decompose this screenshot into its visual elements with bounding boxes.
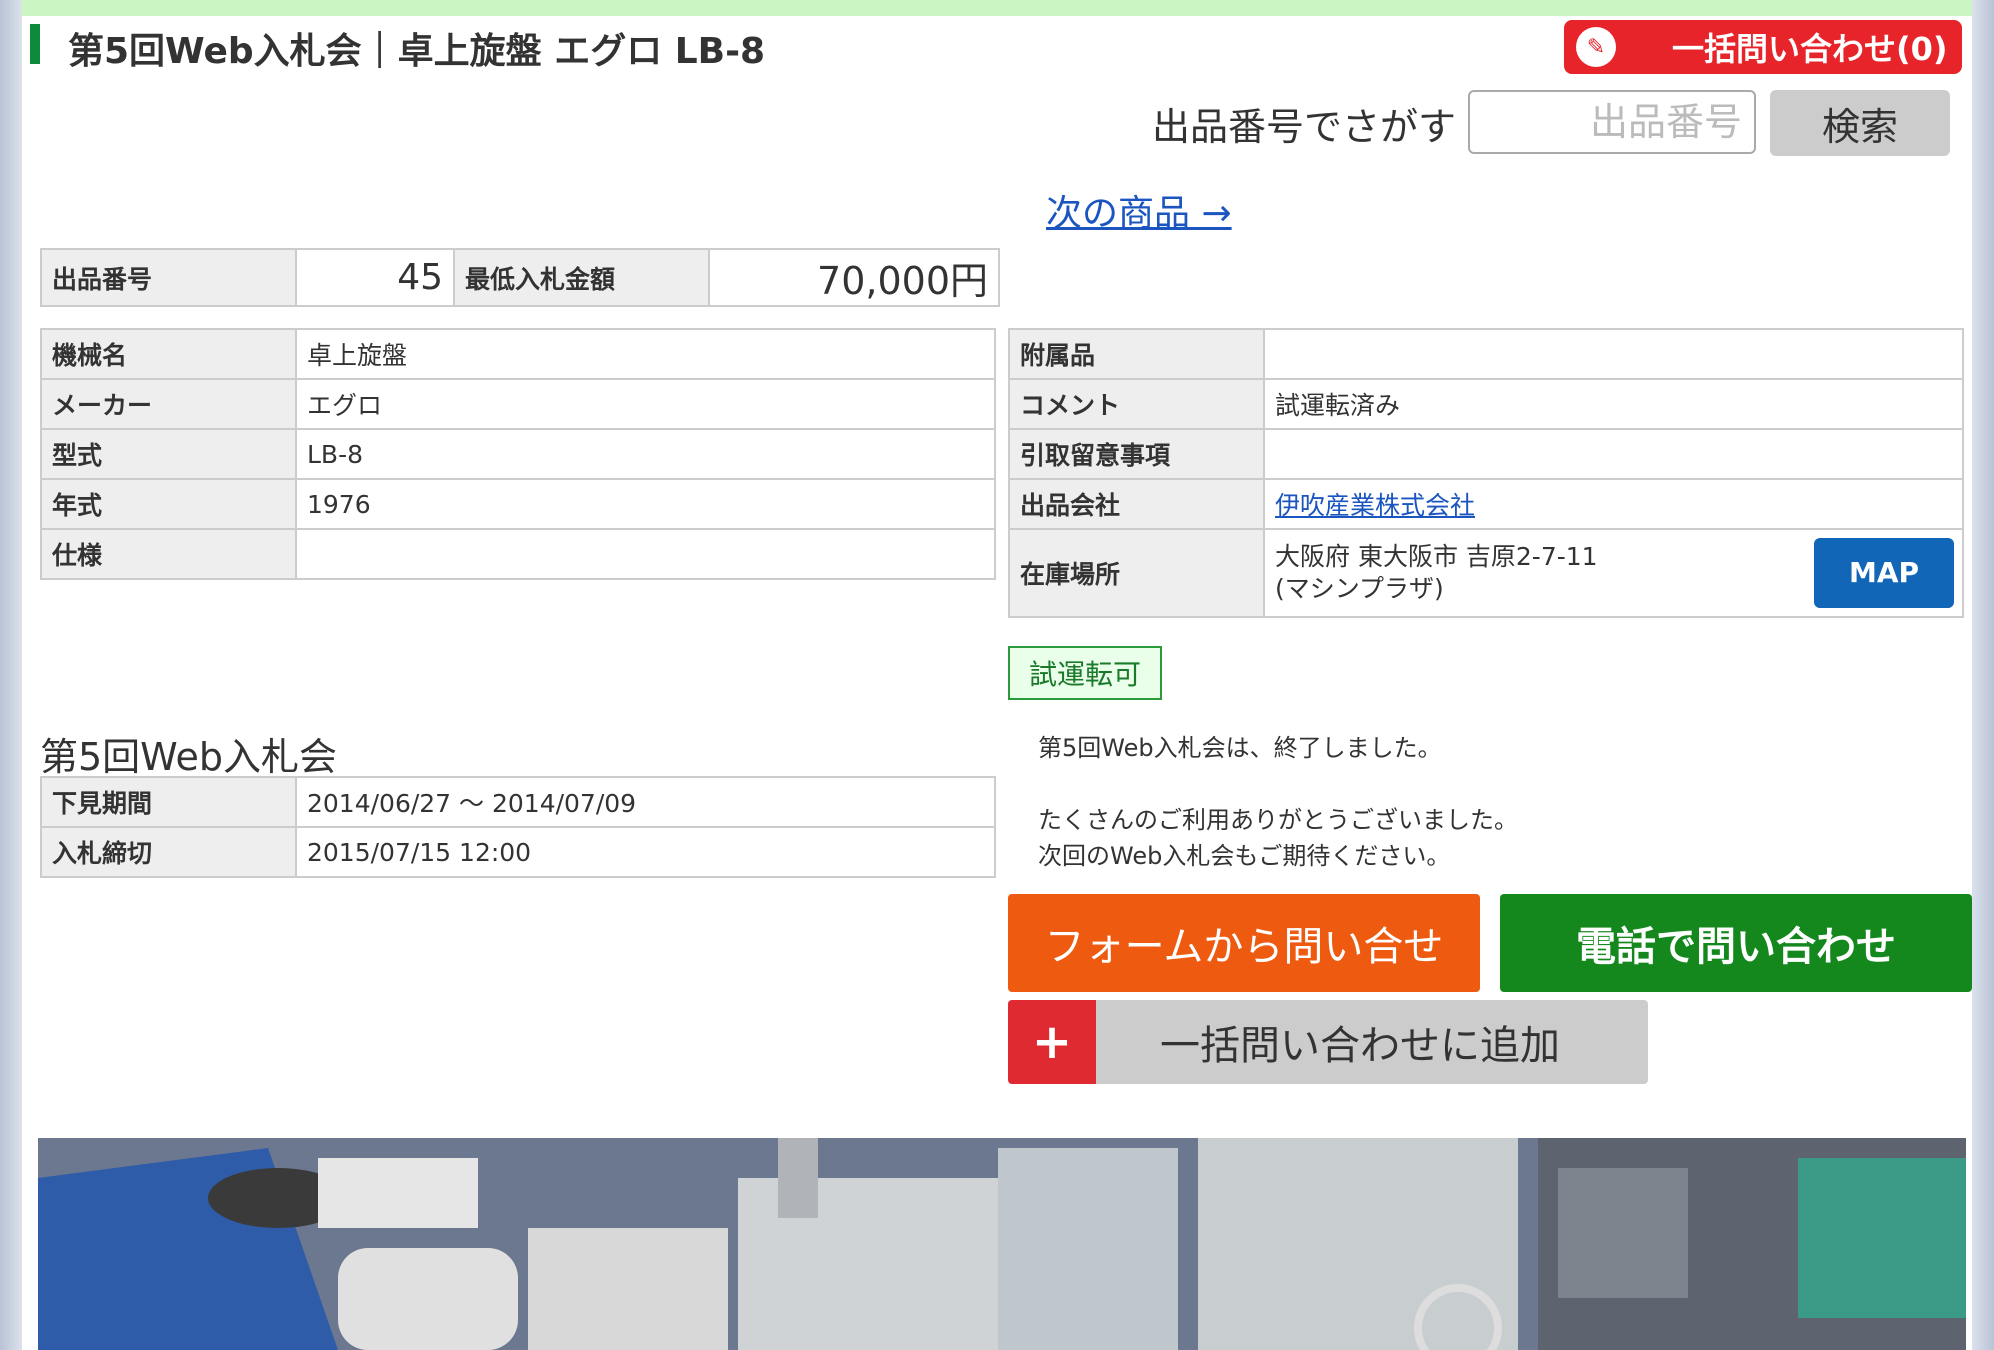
add-bulk-label: 一括問い合わせに追加 [1160,1023,1560,1069]
spec-value: 試運転済み [1263,378,1964,430]
spec-value [1263,328,1964,380]
table-row: 下見期間 2014/06/27 〜 2014/07/09 [40,776,996,828]
spec-label: 仕様 [40,528,297,580]
notice-line: たくさんのご利用ありがとうございました。 [1038,806,1518,834]
spec-label: コメント [1008,378,1265,430]
notice-line: 第5回Web入札会は、終了しました。 [1038,734,1442,762]
page-title: 第5回Web入札会｜卓上旋盤 エグロ LB-8 [68,31,766,72]
spec-table-right: 附属品 コメント 試運転済み 引取留意事項 出品会社 伊吹産業株式会社 在庫場所… [1008,328,1964,618]
table-row: 入札締切 2015/07/15 12:00 [40,826,996,878]
title-accent-bar [30,24,40,64]
table-row: メーカー エグロ [40,378,996,430]
min-bid-label: 最低入札金額 [453,248,710,307]
product-photo [38,1138,1966,1350]
search-input[interactable] [1468,90,1756,154]
spec-label: 出品会社 [1008,478,1265,530]
spec-label: 型式 [40,428,297,480]
preview-label: 下見期間 [40,776,297,828]
table-row: 在庫場所 大阪府 東大阪市 吉原2-7-11 (マシンプラザ) MAP [1008,528,1964,618]
form-inquiry-button[interactable]: フォームから問い合せ [1008,894,1480,992]
spec-table-left: 機械名 卓上旋盤 メーカー エグロ 型式 LB-8 年式 1976 仕様 [40,328,996,580]
breadcrumb [22,0,1972,16]
spec-value [1263,428,1964,480]
search-label: 出品番号でさがす [1152,105,1457,149]
seller-company-link[interactable]: 伊吹産業株式会社 [1275,491,1475,520]
min-bid-value: 70,000円 [708,248,1000,307]
tel-inquiry-button[interactable]: 電話で問い合わせ [1500,894,1972,992]
spec-label: 引取留意事項 [1008,428,1265,480]
deadline-value: 2015/07/15 12:00 [295,826,996,878]
summary-table: 出品番号 45 最低入札金額 70,000円 [40,248,1000,307]
spec-value: LB-8 [295,428,996,480]
spec-value: 卓上旋盤 [295,328,996,380]
lot-number-label: 出品番号 [40,248,297,307]
spec-value: エグロ [295,378,996,430]
table-row: 年式 1976 [40,478,996,530]
table-row: 附属品 [1008,328,1964,380]
auction-notice: 第5回Web入札会は、終了しました。 たくさんのご利用ありがとうございました。 … [1038,730,1518,874]
table-row: 出品会社 伊吹産業株式会社 [1008,478,1964,530]
search-button[interactable]: 検索 [1770,90,1950,156]
table-row: コメント 試運転済み [1008,378,1964,430]
map-button[interactable]: MAP [1814,538,1954,608]
page: 第5回Web入札会｜卓上旋盤 エグロ LB-8 ✎ 一括問い合わせ(0) 出品番… [22,0,1972,1350]
deadline-label: 入札締切 [40,826,297,878]
spec-label: メーカー [40,378,297,430]
preview-value: 2014/06/27 〜 2014/07/09 [295,776,996,828]
next-item-link[interactable]: 次の商品 → [1046,184,1232,236]
lot-number-value: 45 [295,248,455,307]
plus-icon: + [1008,1000,1096,1084]
table-row: 型式 LB-8 [40,428,996,480]
add-bulk-inquiry-button[interactable]: + 一括問い合わせに追加 [1008,1000,1648,1084]
notice-line: 次回のWeb入札会もご期待ください。 [1038,842,1451,870]
spec-value: 1976 [295,478,996,530]
spec-value [295,528,996,580]
spec-value: 伊吹産業株式会社 [1263,478,1964,530]
table-row: 仕様 [40,528,996,580]
spec-label: 機械名 [40,328,297,380]
bulk-inquiry-label: 一括問い合わせ(0) [1672,30,1948,68]
bulk-inquiry-button[interactable]: ✎ 一括問い合わせ(0) [1564,20,1962,74]
table-row: 引取留意事項 [1008,428,1964,480]
spec-label: 在庫場所 [1008,528,1265,618]
spec-label: 附属品 [1008,328,1265,380]
spec-label: 年式 [40,478,297,530]
spec-value: 大阪府 東大阪市 吉原2-7-11 (マシンプラザ) MAP [1263,528,1964,618]
status-badge: 試運転可 [1008,646,1162,700]
clipboard-icon: ✎ [1576,27,1616,67]
lathe-photo-illustration [38,1138,1966,1350]
schedule-table: 下見期間 2014/06/27 〜 2014/07/09 入札締切 2015/0… [40,776,996,878]
table-row: 機械名 卓上旋盤 [40,328,996,380]
auction-title: 第5回Web入札会 [40,735,338,779]
